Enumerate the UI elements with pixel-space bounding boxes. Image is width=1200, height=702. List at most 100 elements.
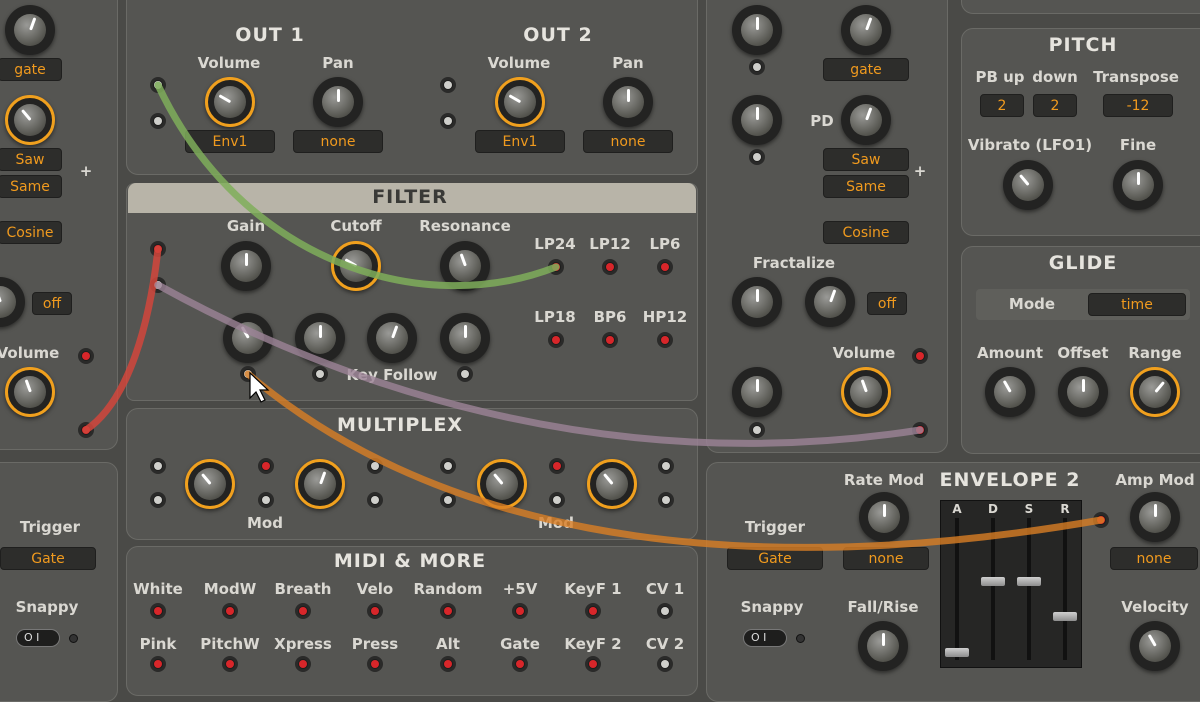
filter-hp12-jack[interactable]: [657, 332, 673, 348]
midi-pink-jack[interactable]: [150, 656, 166, 672]
pitch-fine-knob[interactable]: [1113, 160, 1163, 210]
out2-in-jack-b[interactable]: [440, 113, 456, 129]
midi-alt-jack[interactable]: [440, 656, 456, 672]
right-volume-knob-a[interactable]: [732, 367, 782, 417]
env2-fader-d[interactable]: [981, 576, 1005, 586]
right-top-knob-b[interactable]: [841, 5, 891, 55]
right-pd-jack[interactable]: [749, 149, 765, 165]
left-snappy-toggle[interactable]: O I: [16, 629, 60, 647]
filter-mod-jack-c[interactable]: [457, 366, 473, 382]
left-top-knob[interactable]: [5, 5, 55, 55]
filter-bp6-jack[interactable]: [602, 332, 618, 348]
filter-lp18-jack[interactable]: [548, 332, 564, 348]
mux-jack-10[interactable]: [549, 492, 565, 508]
mux-jack-9[interactable]: [549, 458, 565, 474]
midi-pitchw-jack[interactable]: [222, 656, 238, 672]
out2-volume-src[interactable]: Env1: [475, 130, 565, 153]
pitch-pbup-field[interactable]: 2: [980, 94, 1024, 117]
env2-ampmod-knob[interactable]: [1130, 492, 1180, 542]
mux-jack-8[interactable]: [440, 492, 456, 508]
right-same-field[interactable]: Same: [823, 175, 909, 198]
midi-breath-jack[interactable]: [295, 603, 311, 619]
env2-trigger-field[interactable]: Gate: [727, 547, 823, 570]
right-pd-knob-b[interactable]: [841, 95, 891, 145]
midi-modw-jack[interactable]: [222, 603, 238, 619]
mux-knob-4[interactable]: [587, 459, 637, 509]
midi-white-jack[interactable]: [150, 603, 166, 619]
glide-amount-knob[interactable]: [985, 367, 1035, 417]
mux-jack-4[interactable]: [258, 492, 274, 508]
left-wave-field[interactable]: Saw: [0, 148, 62, 171]
midi-cv2-jack[interactable]: [657, 656, 673, 672]
right-top-jack[interactable]: [749, 59, 765, 75]
filter-lp12-jack[interactable]: [602, 259, 618, 275]
filter-mod-jack-a[interactable]: [240, 366, 256, 382]
pitch-down-field[interactable]: 2: [1033, 94, 1077, 117]
env2-fader-s[interactable]: [1017, 576, 1041, 586]
out1-pan-knob[interactable]: [313, 77, 363, 127]
filter-lp6-jack[interactable]: [657, 259, 673, 275]
mux-jack-3[interactable]: [258, 458, 274, 474]
filter-in-jack-b[interactable]: [150, 277, 166, 293]
mux-jack-7[interactable]: [440, 458, 456, 474]
env2-out-jack[interactable]: [1093, 512, 1109, 528]
right-volume-knob-b[interactable]: [841, 367, 891, 417]
mux-jack-1[interactable]: [150, 458, 166, 474]
mux-jack-2[interactable]: [150, 492, 166, 508]
pitch-vibrato-knob[interactable]: [1003, 160, 1053, 210]
mux-jack-12[interactable]: [658, 492, 674, 508]
left-gate-field[interactable]: gate: [0, 58, 62, 81]
filter-resonance-knob[interactable]: [440, 241, 490, 291]
left-out-jack-b[interactable]: [78, 422, 94, 438]
filter-lp24-jack[interactable]: [548, 259, 564, 275]
env2-fader-a[interactable]: [945, 647, 969, 657]
env2-ampmod-field[interactable]: none: [1110, 547, 1198, 570]
out2-in-jack-a[interactable]: [440, 77, 456, 93]
filter-mod-jack-b[interactable]: [312, 366, 328, 382]
right-fractalize-knob-b[interactable]: [805, 277, 855, 327]
glide-range-knob[interactable]: [1130, 367, 1180, 417]
left-off-field[interactable]: off: [32, 292, 72, 315]
right-pd-knob-a[interactable]: [732, 95, 782, 145]
midi-5v-jack[interactable]: [512, 603, 528, 619]
midi-random-jack[interactable]: [440, 603, 456, 619]
filter-mod-knob-c[interactable]: [440, 313, 490, 363]
filter-gain-knob[interactable]: [221, 241, 271, 291]
filter-in-jack-a[interactable]: [150, 241, 166, 257]
env2-ratemod-knob[interactable]: [859, 492, 909, 542]
out1-in-jack-b[interactable]: [150, 113, 166, 129]
left-same-field[interactable]: Same: [0, 175, 62, 198]
mux-jack-6[interactable]: [367, 492, 383, 508]
filter-mod-knob-b[interactable]: [295, 313, 345, 363]
env2-ratemod-field[interactable]: none: [843, 547, 929, 570]
midi-cv1-jack[interactable]: [657, 603, 673, 619]
right-wave-field[interactable]: Saw: [823, 148, 909, 171]
filter-cutoff-knob[interactable]: [331, 241, 381, 291]
midi-xpress-jack[interactable]: [295, 656, 311, 672]
left-volume-knob[interactable]: [5, 367, 55, 417]
mux-jack-5[interactable]: [367, 458, 383, 474]
right-top-knob-a[interactable]: [732, 5, 782, 55]
glide-offset-knob[interactable]: [1058, 367, 1108, 417]
midi-gate-jack[interactable]: [512, 656, 528, 672]
out2-volume-knob[interactable]: [495, 77, 545, 127]
env2-velocity-knob[interactable]: [1130, 621, 1180, 671]
mux-knob-2[interactable]: [295, 459, 345, 509]
filter-keyfollow-knob[interactable]: [367, 313, 417, 363]
right-out-jack-b[interactable]: [912, 422, 928, 438]
env2-fader-r[interactable]: [1053, 612, 1077, 622]
mux-knob-3[interactable]: [477, 459, 527, 509]
out1-in-jack-a[interactable]: [150, 77, 166, 93]
left-trigger-field[interactable]: Gate: [0, 547, 96, 570]
out2-pan-knob[interactable]: [603, 77, 653, 127]
right-cosine-field[interactable]: Cosine: [823, 221, 909, 244]
left-out-jack-a[interactable]: [78, 348, 94, 364]
midi-keyf2-jack[interactable]: [585, 656, 601, 672]
out1-pan-src[interactable]: none: [293, 130, 383, 153]
right-off-field[interactable]: off: [867, 292, 907, 315]
right-volume-jack[interactable]: [749, 422, 765, 438]
right-out-jack-a[interactable]: [912, 348, 928, 364]
env2-fallrise-knob[interactable]: [858, 621, 908, 671]
mux-jack-11[interactable]: [658, 458, 674, 474]
left-wave-knob[interactable]: [5, 95, 55, 145]
